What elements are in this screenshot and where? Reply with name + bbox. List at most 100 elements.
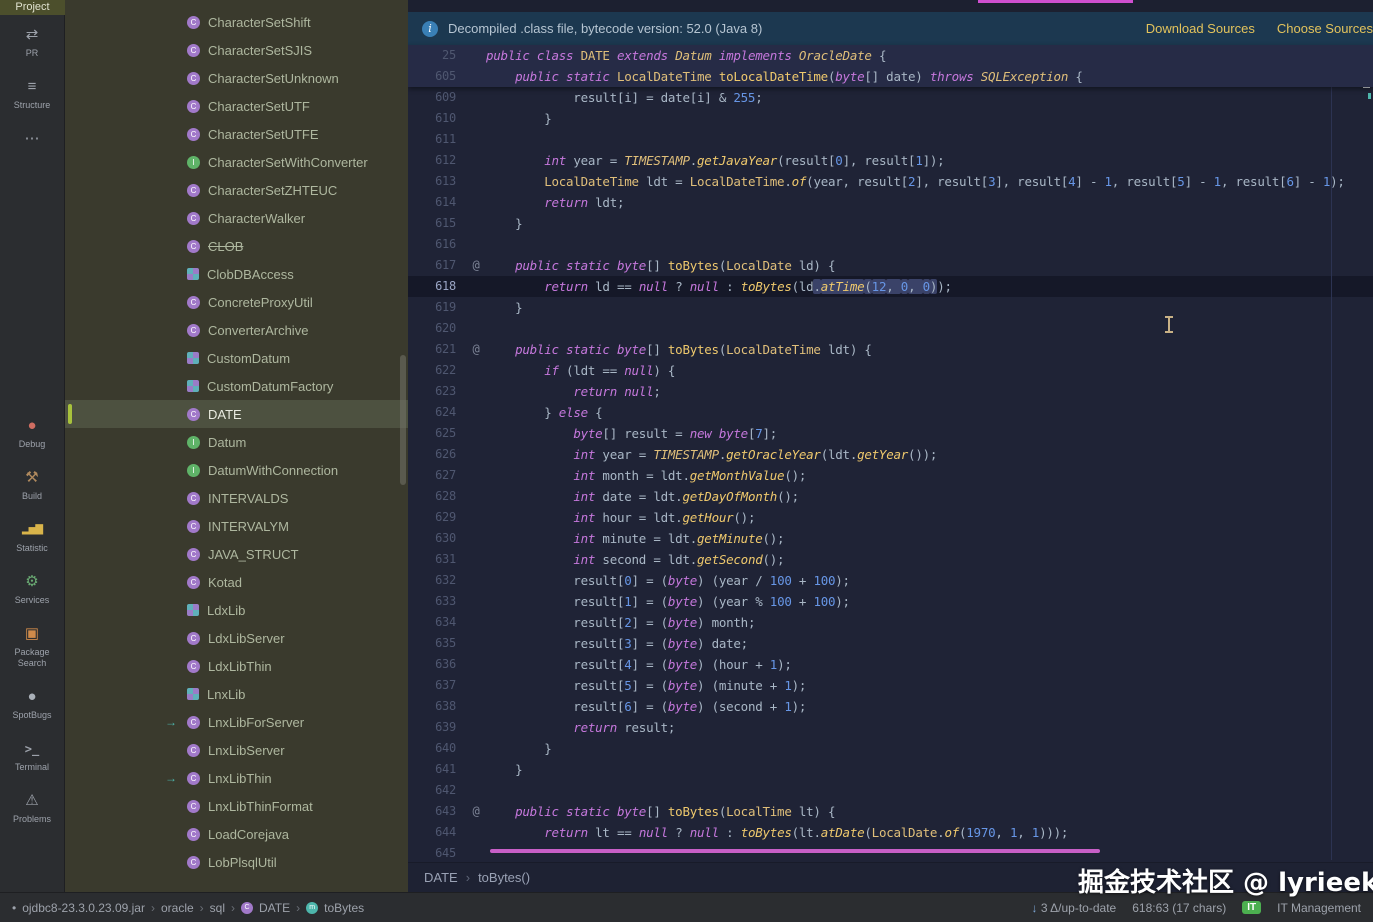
- status-path-item[interactable]: sql: [210, 901, 225, 915]
- tree-item-INTERVALYM[interactable]: CINTERVALYM: [65, 512, 408, 540]
- line-number[interactable]: 616: [408, 234, 466, 255]
- code-line-642[interactable]: 642: [408, 780, 1373, 801]
- tool-button-terminal[interactable]: >_Terminal: [0, 731, 64, 783]
- code-line-644[interactable]: 644 return lt == null ? null : toBytes(l…: [408, 822, 1373, 843]
- line-number[interactable]: 639: [408, 717, 466, 738]
- code-line-631[interactable]: 631 int second = ldt.getSecond();: [408, 549, 1373, 570]
- line-number[interactable]: 636: [408, 654, 466, 675]
- tree-item-LnxLib[interactable]: LnxLib: [65, 680, 408, 708]
- line-number[interactable]: 624: [408, 402, 466, 423]
- code-line-643[interactable]: 643@ public static byte[] toBytes(LocalT…: [408, 801, 1373, 822]
- line-number[interactable]: 622: [408, 360, 466, 381]
- tree-item-CustomDatumFactory[interactable]: CustomDatumFactory: [65, 372, 408, 400]
- code-line-612[interactable]: 612 int year = TIMESTAMP.getJavaYear(res…: [408, 150, 1373, 171]
- code-line-629[interactable]: 629 int hour = ldt.getHour();: [408, 507, 1373, 528]
- code-line-25[interactable]: 25public class DATE extends Datum implem…: [408, 45, 1373, 66]
- tree-item-LoadCorejava[interactable]: CLoadCorejava: [65, 820, 408, 848]
- code-line-615[interactable]: 615 }: [408, 213, 1373, 234]
- tree-item-DatumWithConnection[interactable]: IDatumWithConnection: [65, 456, 408, 484]
- code-line-645[interactable]: 645: [408, 843, 1373, 864]
- code-line-611[interactable]: 611: [408, 129, 1373, 150]
- tree-item-LnxLibForServer[interactable]: →CLnxLibForServer: [65, 708, 408, 736]
- tree-item-CLOB[interactable]: CCLOB: [65, 232, 408, 260]
- line-number[interactable]: 628: [408, 486, 466, 507]
- tool-button-statistic[interactable]: ▂▅▇Statistic: [0, 512, 64, 564]
- tree-item-ConverterArchive[interactable]: CConverterArchive: [65, 316, 408, 344]
- status-path-item[interactable]: oracle: [161, 901, 194, 915]
- code-line-616[interactable]: 616: [408, 234, 1373, 255]
- code-line-638[interactable]: 638 result[6] = (byte) (second + 1);: [408, 696, 1373, 717]
- line-number[interactable]: 638: [408, 696, 466, 717]
- line-number[interactable]: 644: [408, 822, 466, 843]
- tree-item-CharacterSetUTF[interactable]: CCharacterSetUTF: [65, 92, 408, 120]
- line-number[interactable]: 617: [408, 255, 466, 276]
- tree-item-LdxLib[interactable]: LdxLib: [65, 596, 408, 624]
- line-number[interactable]: 25: [408, 45, 466, 66]
- line-number[interactable]: 642: [408, 780, 466, 801]
- code-line-605[interactable]: 605 public static LocalDateTime toLocalD…: [408, 66, 1373, 87]
- line-number[interactable]: 609: [408, 87, 466, 108]
- tree-item-LnxLibThinFormat[interactable]: CLnxLibThinFormat: [65, 792, 408, 820]
- tree-item-LnxLibServer[interactable]: CLnxLibServer: [65, 736, 408, 764]
- tree-item-Datum[interactable]: IDatum: [65, 428, 408, 456]
- code-line-613[interactable]: 613 LocalDateTime ldt = LocalDateTime.of…: [408, 171, 1373, 192]
- status-path-item[interactable]: ojdbc8-23.3.0.23.09.jar: [22, 901, 145, 915]
- line-number[interactable]: 630: [408, 528, 466, 549]
- code-line-630[interactable]: 630 int minute = ldt.getMinute();: [408, 528, 1373, 549]
- tree-item-LnxLibThin[interactable]: →CLnxLibThin: [65, 764, 408, 792]
- line-number[interactable]: 618: [408, 276, 466, 297]
- code-line-637[interactable]: 637 result[5] = (byte) (minute + 1);: [408, 675, 1373, 696]
- code-line-636[interactable]: 636 result[4] = (byte) (hour + 1);: [408, 654, 1373, 675]
- tool-button-spotbugs[interactable]: ●SpotBugs: [0, 679, 64, 731]
- code-line-639[interactable]: 639 return result;: [408, 717, 1373, 738]
- line-number[interactable]: 615: [408, 213, 466, 234]
- vcs-update-widget[interactable]: ↓ 3 Δ/up-to-date: [1031, 901, 1116, 915]
- line-number[interactable]: 643: [408, 801, 466, 822]
- line-number[interactable]: 614: [408, 192, 466, 213]
- tool-button-services[interactable]: ⚙Services: [0, 564, 64, 616]
- it-badge[interactable]: IT: [1242, 901, 1261, 914]
- tree-item-CharacterSetZHTEUC[interactable]: CCharacterSetZHTEUC: [65, 176, 408, 204]
- tool-button-package-search[interactable]: ▣Package Search: [0, 616, 64, 679]
- code-line-623[interactable]: 623 return null;: [408, 381, 1373, 402]
- tool-button-debug[interactable]: ●Debug: [0, 408, 64, 460]
- line-number[interactable]: 629: [408, 507, 466, 528]
- line-number[interactable]: 611: [408, 129, 466, 150]
- sticky-lines[interactable]: 25public class DATE extends Datum implem…: [408, 45, 1373, 87]
- line-number[interactable]: 620: [408, 318, 466, 339]
- line-number[interactable]: 612: [408, 150, 466, 171]
- tree-item-CharacterSetSJIS[interactable]: CCharacterSetSJIS: [65, 36, 408, 64]
- line-number[interactable]: 627: [408, 465, 466, 486]
- download-sources-link[interactable]: Download Sources: [1146, 21, 1255, 36]
- breadcrumb-item[interactable]: DATE: [424, 870, 458, 885]
- line-number[interactable]: 613: [408, 171, 466, 192]
- code-line-619[interactable]: 619 }: [408, 297, 1373, 318]
- status-path-item[interactable]: toBytes: [324, 901, 364, 915]
- choose-sources-link[interactable]: Choose Sources: [1277, 21, 1373, 36]
- code-line-617[interactable]: 617@ public static byte[] toBytes(LocalD…: [408, 255, 1373, 276]
- line-number[interactable]: 619: [408, 297, 466, 318]
- code-line-628[interactable]: 628 int date = ldt.getDayOfMonth();: [408, 486, 1373, 507]
- code-line-609[interactable]: 609 result[i] = date[i] & 255;: [408, 87, 1373, 108]
- tree-item-CharacterWalker[interactable]: CCharacterWalker: [65, 204, 408, 232]
- code-line-641[interactable]: 641 }: [408, 759, 1373, 780]
- line-number[interactable]: 641: [408, 759, 466, 780]
- breadcrumb-item[interactable]: toBytes(): [478, 870, 530, 885]
- line-number[interactable]: 625: [408, 423, 466, 444]
- tree-item-ClobDBAccess[interactable]: ClobDBAccess: [65, 260, 408, 288]
- status-path-item[interactable]: DATE: [259, 901, 290, 915]
- code-viewport[interactable]: 609 result[i] = date[i] & 255;610 }61161…: [408, 87, 1373, 864]
- code-line-614[interactable]: 614 return ldt;: [408, 192, 1373, 213]
- editor-area[interactable]: i Decompiled .class file, bytecode versi…: [408, 0, 1373, 892]
- horizontal-scrollbar[interactable]: [490, 849, 1100, 853]
- tool-button-more[interactable]: ⋯: [0, 121, 64, 162]
- tree-item-LdxLibThin[interactable]: CLdxLibThin: [65, 652, 408, 680]
- code-line-622[interactable]: 622 if (ldt == null) {: [408, 360, 1373, 381]
- line-number[interactable]: 626: [408, 444, 466, 465]
- tree-scrollbar[interactable]: [400, 355, 406, 485]
- line-number[interactable]: 634: [408, 612, 466, 633]
- line-number[interactable]: 631: [408, 549, 466, 570]
- tree-item-CustomDatum[interactable]: CustomDatum: [65, 344, 408, 372]
- tree-item-CharacterSetUnknown[interactable]: CCharacterSetUnknown: [65, 64, 408, 92]
- tree-item-JAVA_STRUCT[interactable]: CJAVA_STRUCT: [65, 540, 408, 568]
